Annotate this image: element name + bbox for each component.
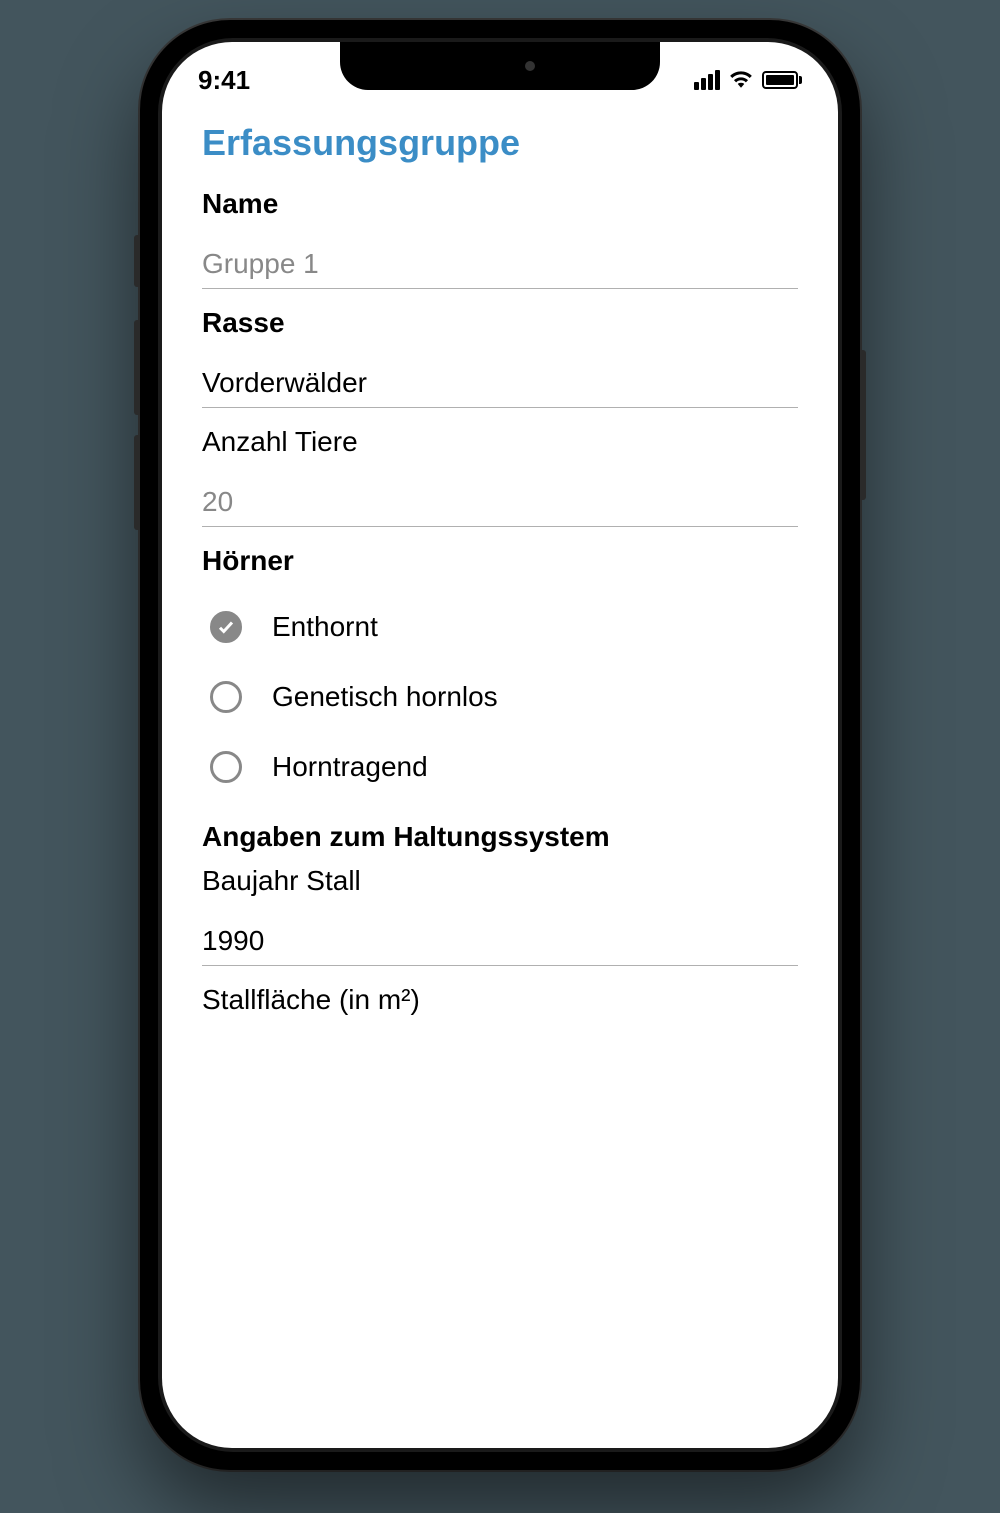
breed-input[interactable] — [202, 359, 798, 408]
field-area: Stallfläche (in m²) — [202, 984, 798, 1016]
volume-down-button[interactable] — [134, 435, 140, 530]
horns-label: Hörner — [202, 545, 798, 577]
horns-radio-group: Enthornt Genetisch hornlos Horntragend — [202, 597, 798, 797]
wifi-icon — [728, 68, 754, 93]
breed-label: Rasse — [202, 307, 798, 339]
housing-heading: Angaben zum Haltungssystem — [202, 821, 798, 853]
radio-unchecked-icon — [210, 751, 242, 783]
volume-up-button[interactable] — [134, 320, 140, 415]
form-content: Erfassungsgruppe Name Rasse Anzahl Tiere… — [162, 102, 838, 1016]
screen: 9:41 — [162, 42, 838, 1448]
year-input[interactable] — [202, 917, 798, 966]
area-label: Stallfläche (in m²) — [202, 984, 798, 1016]
battery-icon — [762, 71, 802, 89]
field-horns: Hörner Enthornt Genetisc — [202, 545, 798, 797]
silent-switch[interactable] — [134, 235, 140, 287]
radio-checked-icon — [210, 611, 242, 643]
count-input[interactable] — [202, 478, 798, 527]
year-label: Baujahr Stall — [202, 865, 798, 897]
count-label: Anzahl Tiere — [202, 426, 798, 458]
section-housing: Angaben zum Haltungssystem Baujahr Stall — [202, 821, 798, 966]
radio-dehorned-label: Enthornt — [272, 611, 378, 643]
camera-dot — [525, 61, 535, 71]
field-breed: Rasse — [202, 307, 798, 408]
radio-horned-label: Horntragend — [272, 751, 428, 783]
radio-horned[interactable]: Horntragend — [202, 737, 798, 797]
name-input[interactable] — [202, 240, 798, 289]
radio-genetic[interactable]: Genetisch hornlos — [202, 667, 798, 727]
name-label: Name — [202, 188, 798, 220]
device-inner: 9:41 — [158, 38, 842, 1452]
radio-unchecked-icon — [210, 681, 242, 713]
field-name: Name — [202, 188, 798, 289]
radio-dehorned[interactable]: Enthornt — [202, 597, 798, 657]
status-icons — [694, 68, 802, 93]
radio-genetic-label: Genetisch hornlos — [272, 681, 498, 713]
device-frame: 9:41 — [140, 20, 860, 1470]
field-count: Anzahl Tiere — [202, 426, 798, 527]
cellular-signal-icon — [694, 70, 720, 90]
page-title: Erfassungsgruppe — [202, 122, 798, 164]
status-time: 9:41 — [198, 65, 250, 96]
device-notch — [340, 42, 660, 90]
power-button[interactable] — [860, 350, 866, 500]
